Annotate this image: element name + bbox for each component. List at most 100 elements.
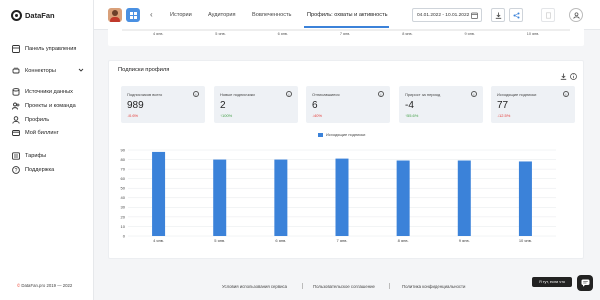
logo[interactable]: DataFan (11, 10, 55, 21)
disabled-action-button[interactable] (541, 8, 555, 22)
info-icon[interactable] (570, 67, 577, 85)
bar (335, 158, 349, 236)
stat-card-unsubscribed: Отписавшиеся i 6 ↓40% (306, 86, 390, 123)
stat-value: 77 (497, 100, 509, 111)
info-icon[interactable]: i (563, 91, 569, 97)
bar (152, 151, 166, 236)
sidebar-item-tariffs[interactable]: Тарифы (12, 151, 90, 161)
stat-label: Исходящие подписки (497, 92, 537, 97)
sidebar-item-label: Источники данных (25, 89, 73, 95)
tab-engagement[interactable]: Вовлеченность (252, 12, 291, 18)
bar (518, 161, 532, 236)
share-button[interactable] (509, 8, 523, 22)
stat-change: ↑55.6% (405, 113, 418, 118)
info-icon[interactable]: i (193, 91, 199, 97)
copyright: © DataFan.pro 2019 — 2022 (17, 283, 72, 288)
y-tick-label: 30 (121, 205, 126, 210)
sidebar-item-support[interactable]: ? Поддержка (12, 165, 90, 175)
sidebar-item-connectors[interactable]: Коннекторы (12, 66, 90, 76)
stat-change-value: 12.5% (499, 113, 511, 118)
sidebar-item-profile[interactable]: Профиль (12, 115, 90, 125)
bar (213, 159, 227, 236)
bar (396, 160, 410, 236)
prev-chart-tick-label: 5 янв. (215, 32, 226, 36)
date-range-value: 04.01.2022 - 10.01.2022 (417, 12, 470, 18)
prev-chart-tick-label: 4 янв. (153, 32, 164, 36)
stat-value: -4 (405, 100, 414, 111)
y-tick-label: 50 (121, 186, 126, 191)
tab-stories[interactable]: Истории (170, 12, 192, 18)
stat-change: ↑100% (220, 113, 232, 118)
download-icon (495, 12, 501, 19)
y-tick-label: 20 (121, 214, 126, 219)
x-tick-label: 10 янв. (519, 238, 532, 243)
info-icon[interactable]: i (471, 91, 477, 97)
user-menu-button[interactable] (569, 8, 583, 22)
card-actions (560, 67, 577, 85)
sidebar-item-billing[interactable]: Мой биллинг (12, 128, 90, 138)
stat-label: Новые подписчики (220, 92, 255, 97)
tariffs-icon (12, 152, 20, 160)
info-icon[interactable]: i (378, 91, 384, 97)
previous-chart-axis (122, 29, 570, 31)
stat-change-value: 40% (314, 113, 323, 118)
sidebar-item-label: Коннекторы (25, 68, 56, 74)
svg-text:?: ? (15, 168, 18, 174)
y-tick-label: 60 (121, 176, 126, 181)
tab-profile-reach[interactable]: Профиль: охваты и активность (307, 12, 388, 18)
sidebar-item-projects[interactable]: Проекты и команда (12, 101, 90, 111)
copyright-symbol: © (17, 283, 21, 288)
stat-value: 2 (220, 100, 226, 111)
legend-swatch (318, 132, 323, 137)
sidebar-item-sources[interactable]: Источники данных (12, 87, 90, 97)
grid-icon (129, 11, 137, 19)
y-tick-label: 90 (121, 147, 126, 152)
prev-chart-tick-label: 9 янв. (464, 32, 475, 36)
stat-card-total: Подписчиков всего i 989 ↓0.6% (121, 86, 205, 123)
document-icon (545, 11, 551, 19)
footer-link-agreement[interactable]: Пользовательское соглашение (313, 284, 375, 289)
chart-legend[interactable]: Исходящие подписки (318, 132, 365, 137)
stat-change: ↓40% (312, 113, 322, 118)
y-tick-label: 70 (121, 167, 126, 172)
chat-button[interactable] (577, 275, 593, 291)
subscriptions-bar-chart: 0 10 20 30 40 50 60 70 80 90 4 янв. 5 янв. 6 янв. 7 я… (121, 147, 556, 243)
y-tick-label: 0 (123, 233, 126, 238)
back-button[interactable]: ‹ (150, 10, 153, 19)
prev-chart-tick-label: 8 янв. (402, 32, 413, 36)
download-button[interactable] (491, 8, 505, 22)
apps-grid-button[interactable] (126, 8, 140, 22)
prev-chart-tick-label: 10 янв. (526, 32, 540, 36)
footer-link-privacy[interactable]: Политика конфиденциальности (402, 284, 465, 289)
logo-icon (11, 10, 22, 21)
billing-icon (12, 129, 20, 137)
sidebar-item-label: Профиль (25, 117, 50, 123)
database-icon (12, 88, 20, 96)
y-tick-label: 40 (121, 195, 126, 200)
x-tick-label: 9 янв. (459, 238, 470, 243)
chevron-down-icon[interactable] (78, 67, 84, 75)
footer-link-terms[interactable]: Условия использования сервиса (222, 284, 287, 289)
download-icon[interactable] (560, 67, 567, 85)
stat-change-value: 0.6% (129, 113, 139, 118)
user-icon (12, 116, 20, 124)
share-icon (513, 12, 519, 18)
chat-tooltip: Я тут, если что (532, 277, 572, 287)
stat-value: 6 (312, 100, 318, 111)
legend-label: Исходящие подписки (326, 132, 366, 137)
avatar[interactable] (108, 8, 122, 22)
tab-audience[interactable]: Аудитория (208, 12, 236, 18)
chat-icon (581, 279, 589, 287)
footer-separator (389, 283, 390, 289)
bar (274, 159, 288, 236)
info-icon[interactable]: i (286, 91, 292, 97)
sidebar: DataFan Панель управления Коннекторы Ист… (0, 0, 94, 300)
card-title: Подписки профиля (118, 67, 170, 73)
logo-text: DataFan (25, 11, 55, 20)
user-icon (572, 11, 580, 19)
chevron-left-icon: ‹ (150, 10, 153, 19)
sidebar-item-dashboard[interactable]: Панель управления (12, 44, 90, 54)
x-tick-label: 7 янв. (337, 238, 348, 243)
date-range-picker[interactable]: 04.01.2022 - 10.01.2022 (412, 8, 482, 22)
stat-value: 989 (127, 100, 144, 111)
